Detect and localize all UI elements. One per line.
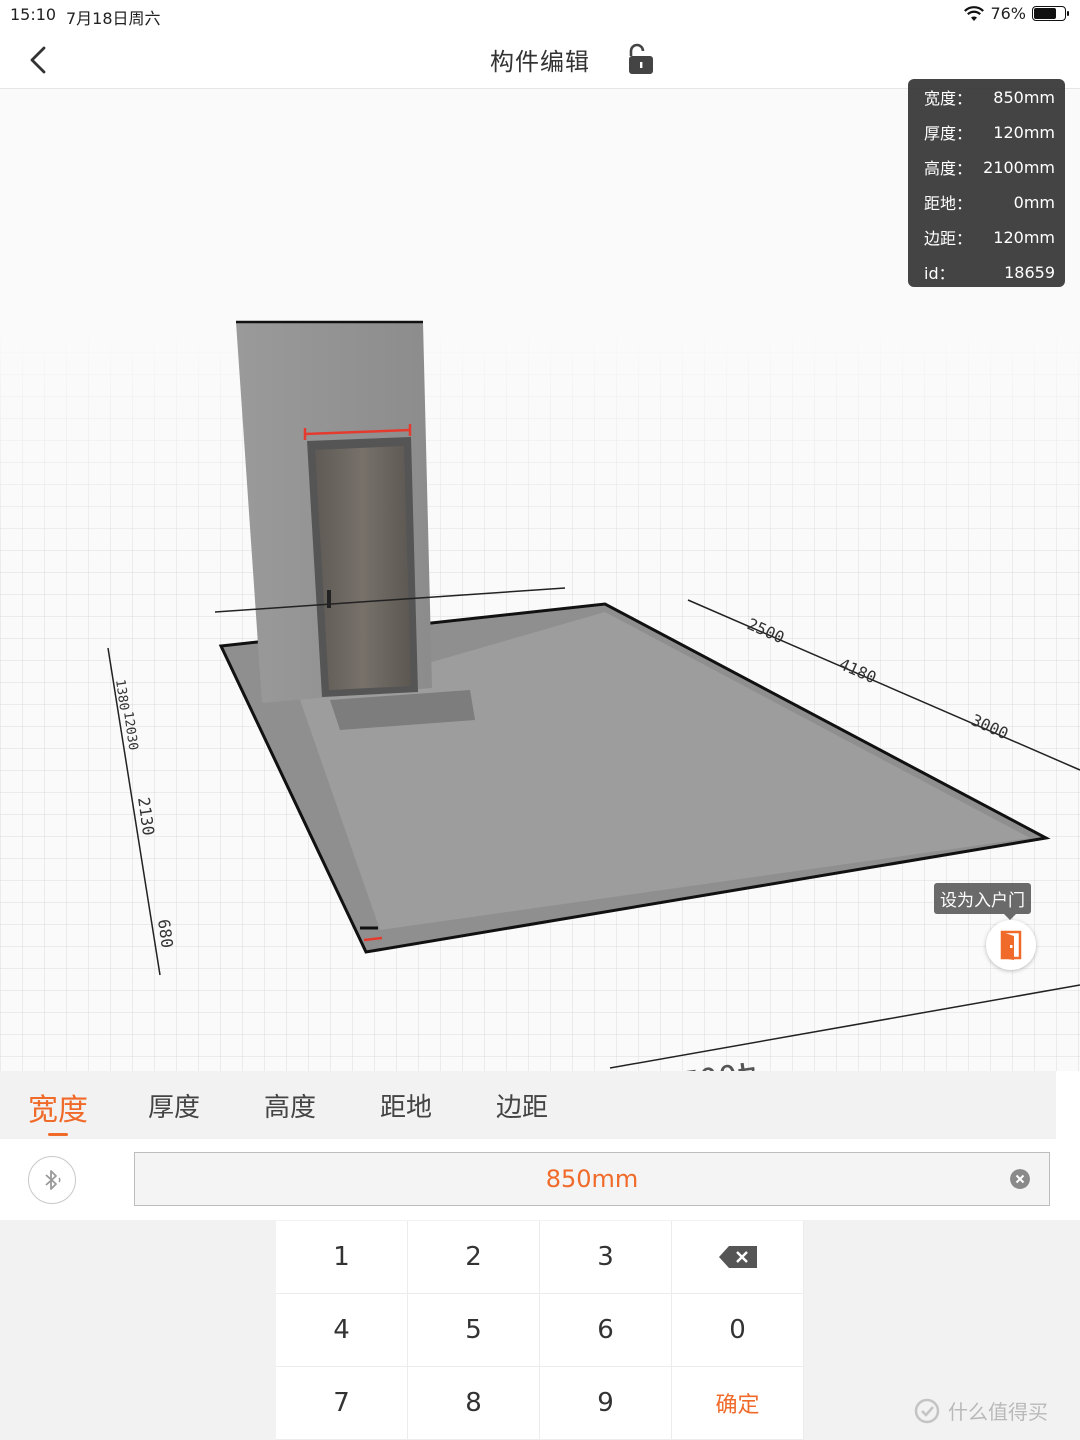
active-tab-indicator <box>48 1133 68 1136</box>
key-8[interactable]: 8 <box>408 1367 540 1440</box>
tab-elevation[interactable]: 距地 <box>380 1087 432 1124</box>
info-row-height: 高度： 2100mm <box>924 157 1055 179</box>
component-info-panel: 宽度： 850mm 厚度： 120mm 高度： 2100mm 距地： 0mm 边距： 12… <box>908 79 1065 287</box>
page-title: 构件编辑 <box>490 48 590 76</box>
value-input[interactable]: 850mm <box>134 1152 1050 1206</box>
backspace-key[interactable] <box>672 1221 804 1294</box>
info-row-id: id： 18659 <box>924 262 1055 284</box>
bluetooth-button[interactable] <box>28 1156 76 1204</box>
status-date: 7月18日周六 <box>66 9 161 28</box>
watermark: 什么值得买 <box>912 1396 1048 1425</box>
key-0[interactable]: 0 <box>672 1294 804 1367</box>
dim-label: 680 <box>154 918 177 949</box>
bluetooth-icon <box>45 1170 61 1190</box>
key-4[interactable]: 4 <box>276 1294 408 1367</box>
info-row-elevation: 距地： 0mm <box>924 192 1055 214</box>
door-leaf[interactable] <box>315 446 411 690</box>
numeric-keypad: 1 2 3 4 5 6 0 7 8 9 确定 <box>276 1221 804 1440</box>
horizon-fade <box>0 330 1080 570</box>
tab-margin[interactable]: 边距 <box>496 1087 548 1124</box>
info-row-margin: 边距： 120mm <box>924 227 1055 249</box>
info-row-width: 宽度： 850mm <box>924 87 1055 109</box>
set-entrance-tooltip: 设为入户门 <box>934 883 1031 920</box>
key-5[interactable]: 5 <box>408 1294 540 1367</box>
key-9[interactable]: 9 <box>540 1367 672 1440</box>
set-entrance-button[interactable] <box>986 920 1036 970</box>
confirm-button[interactable]: 确定 <box>672 1367 804 1440</box>
property-tabs: 宽度 厚度 高度 距地 边距 <box>0 1071 1056 1139</box>
status-time: 15:10 <box>10 5 57 24</box>
key-1[interactable]: 1 <box>276 1221 408 1294</box>
key-6[interactable]: 6 <box>540 1294 672 1367</box>
backspace-icon <box>718 1246 757 1268</box>
info-row-thickness: 厚度： 120mm <box>924 122 1055 144</box>
key-3[interactable]: 3 <box>540 1221 672 1294</box>
key-2[interactable]: 2 <box>408 1221 540 1294</box>
door-icon <box>1000 930 1022 960</box>
door-handle <box>327 590 331 608</box>
status-right: 76% <box>964 4 1069 23</box>
watermark-text: 什么值得买 <box>948 1400 1048 1424</box>
clear-icon[interactable] <box>1010 1169 1030 1189</box>
tab-width[interactable]: 宽度 <box>28 1085 88 1129</box>
input-row: 850mm <box>0 1140 1080 1220</box>
status-bar: 15:10 7月18日周六 76% <box>0 0 1080 30</box>
key-7[interactable]: 7 <box>276 1367 408 1440</box>
battery-percent: 76% <box>990 4 1026 23</box>
tab-thickness[interactable]: 厚度 <box>148 1087 200 1124</box>
watermark-logo-icon <box>914 1398 940 1423</box>
battery-icon <box>1032 6 1069 21</box>
unlock-icon[interactable] <box>624 42 658 76</box>
tab-height[interactable]: 高度 <box>264 1087 316 1124</box>
wifi-icon <box>964 5 985 21</box>
